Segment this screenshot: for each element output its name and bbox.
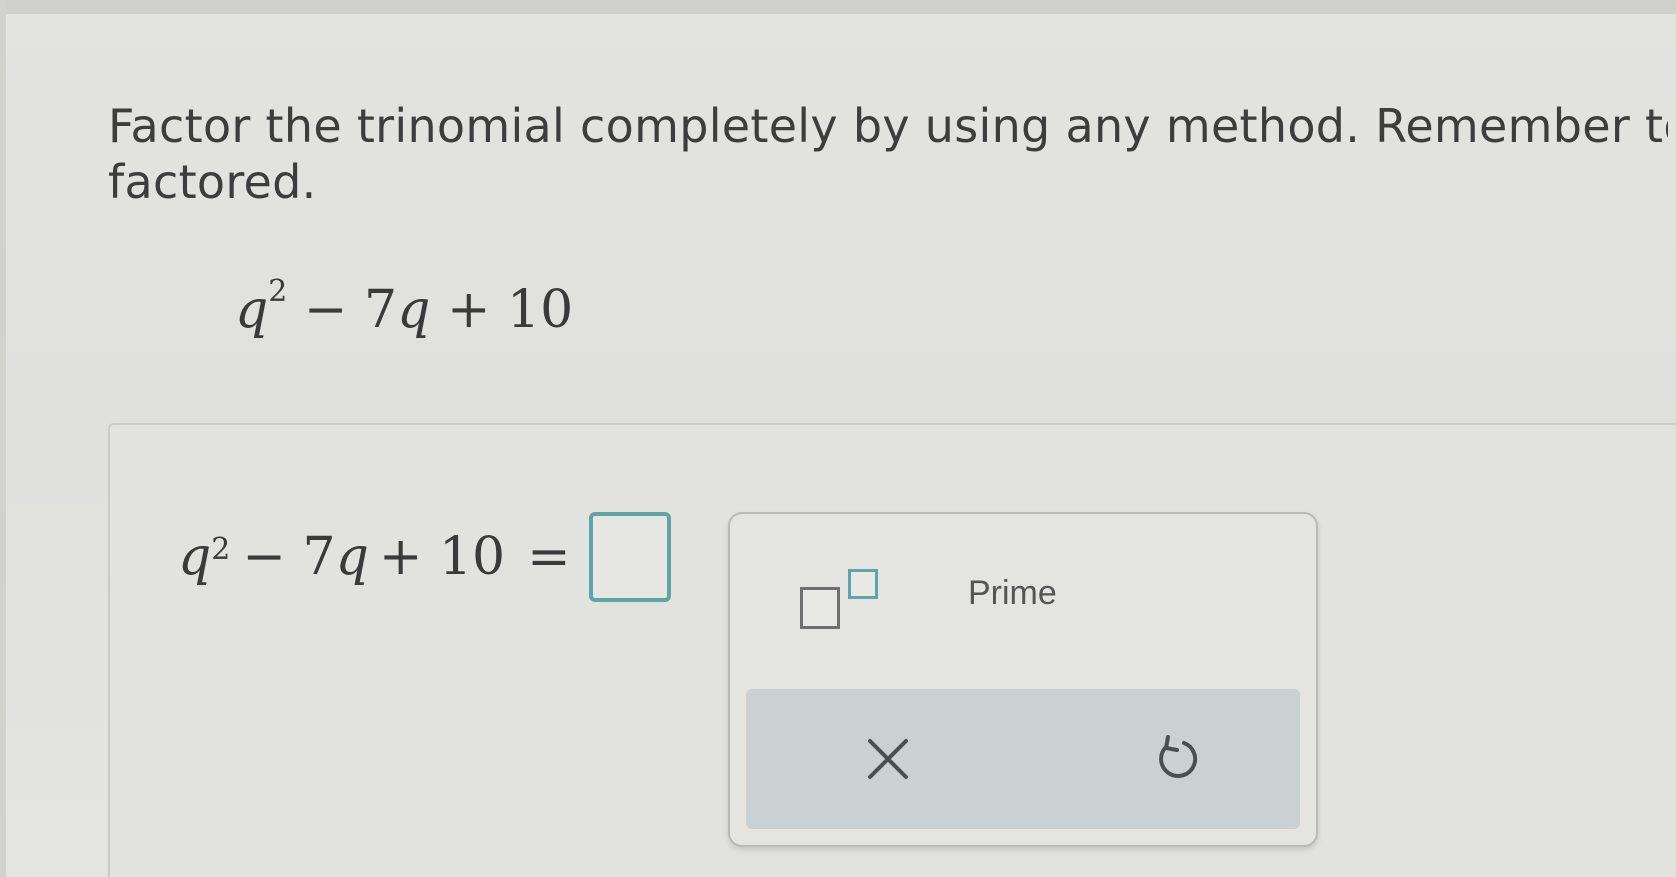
- undo-icon: [1159, 735, 1198, 778]
- answer-equation: q2 − 7q + 10 =: [178, 512, 671, 602]
- exponent-base-box: [800, 587, 840, 629]
- expression-exponent: 2: [268, 273, 288, 309]
- question-instruction: Factor the trinomial completely by using…: [108, 98, 1668, 210]
- problem-expression: q2 − 7q + 10: [235, 274, 574, 340]
- page: Factor the trinomial completely by using…: [0, 0, 1676, 877]
- exponent-power-box: [848, 569, 878, 599]
- equation-exponent: 2: [211, 531, 231, 567]
- expression-middle-variable: q: [397, 280, 431, 340]
- equation-middle-term: − 7: [242, 527, 336, 587]
- answer-input-box[interactable]: [588, 512, 671, 602]
- screen-top-edge: [0, 0, 1676, 14]
- clear-button[interactable]: [856, 727, 920, 791]
- keypad-action-bar: [746, 689, 1300, 829]
- equation-constant-term: + 10: [378, 527, 506, 587]
- close-icon: [868, 739, 908, 779]
- equation-middle-variable: q: [335, 527, 369, 587]
- expression-variable: q: [235, 280, 269, 340]
- prime-button[interactable]: Prime: [968, 574, 1057, 613]
- expression-constant-term: + 10: [446, 280, 574, 340]
- screen-left-edge: [0, 0, 6, 877]
- instruction-line-1: Factor the trinomial completely by using…: [108, 99, 1668, 153]
- undo-button[interactable]: [1144, 727, 1208, 791]
- equals-sign: =: [527, 527, 571, 587]
- exponent-button[interactable]: [792, 559, 892, 639]
- math-keypad: Prime: [728, 512, 1318, 847]
- equation-variable: q: [178, 527, 212, 587]
- instruction-line-2: factored.: [108, 155, 317, 209]
- expression-middle-term: − 7: [303, 280, 398, 340]
